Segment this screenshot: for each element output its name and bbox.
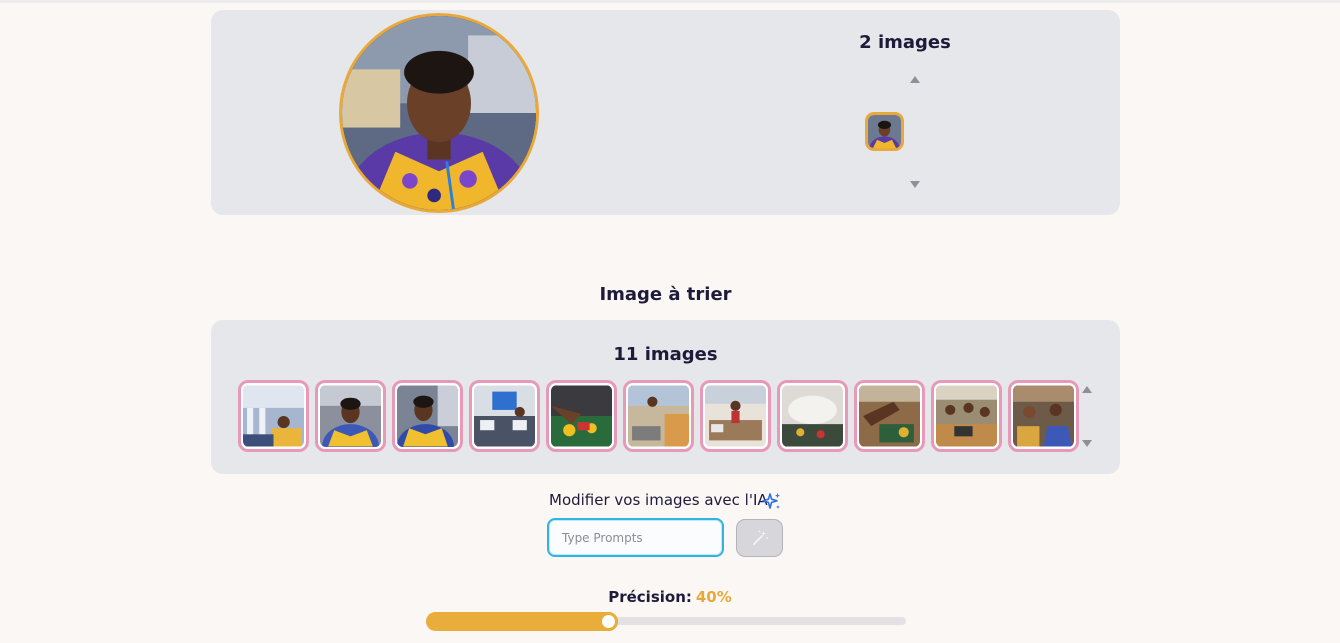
- precision-value: 40%: [695, 588, 732, 606]
- thumbnail-3[interactable]: [392, 380, 463, 452]
- sort-section-title: Image à trier: [599, 284, 732, 305]
- featured-photo-image: [342, 16, 536, 210]
- precision-row: Précision: 40%: [0, 588, 1340, 606]
- thumbnail-4-image: [474, 385, 535, 447]
- thumbnail-11-image: [1013, 385, 1074, 447]
- thumbnail-5[interactable]: [546, 380, 617, 452]
- precision-slider-handle[interactable]: [599, 612, 618, 631]
- precision-slider-fill: [426, 612, 618, 631]
- strip-scroll-down-arrow[interactable]: [1082, 440, 1092, 447]
- sparkles-icon: [762, 493, 780, 509]
- thumbnail-2[interactable]: [315, 380, 386, 452]
- selected-thumbnail-image: [868, 115, 901, 148]
- selected-count: 2 images: [859, 32, 951, 53]
- scroll-up-arrow[interactable]: [910, 76, 920, 83]
- ai-edit-label: Modifier vos images avec l'IA: [549, 491, 768, 509]
- precision-label: Précision:: [608, 588, 692, 606]
- thumbnail-3-image: [397, 385, 458, 447]
- thumbnail-10[interactable]: [931, 380, 1002, 452]
- thumbnail-2-image: [320, 385, 381, 447]
- top-divider: [0, 0, 1340, 3]
- thumbnail-7[interactable]: [700, 380, 771, 452]
- prompt-input[interactable]: [547, 518, 724, 557]
- selected-images-panel: 2 images: [211, 10, 1120, 215]
- strip-scroll-up-arrow[interactable]: [1082, 386, 1092, 393]
- thumbnail-1-image: [243, 385, 304, 447]
- selected-thumbnail[interactable]: [865, 112, 904, 151]
- thumbnail-4[interactable]: [469, 380, 540, 452]
- magic-wand-icon: [752, 530, 768, 545]
- images-to-sort-panel: 11 images: [211, 320, 1120, 474]
- thumbnail-9-image: [859, 385, 920, 447]
- thumbnail-6[interactable]: [623, 380, 694, 452]
- apply-prompt-button[interactable]: [736, 519, 783, 557]
- thumbnail-7-image: [705, 385, 766, 447]
- featured-photo[interactable]: [339, 13, 539, 213]
- thumbnail-6-image: [628, 385, 689, 447]
- sort-count: 11 images: [613, 344, 718, 365]
- thumbnail-1[interactable]: [238, 380, 309, 452]
- thumbnail-8-image: [782, 385, 843, 447]
- thumbnail-9[interactable]: [854, 380, 925, 452]
- thumbnail-10-image: [936, 385, 997, 447]
- thumbnail-8[interactable]: [777, 380, 848, 452]
- scroll-down-arrow[interactable]: [910, 181, 920, 188]
- thumbnail-5-image: [551, 385, 612, 447]
- thumbnail-11[interactable]: [1008, 380, 1079, 452]
